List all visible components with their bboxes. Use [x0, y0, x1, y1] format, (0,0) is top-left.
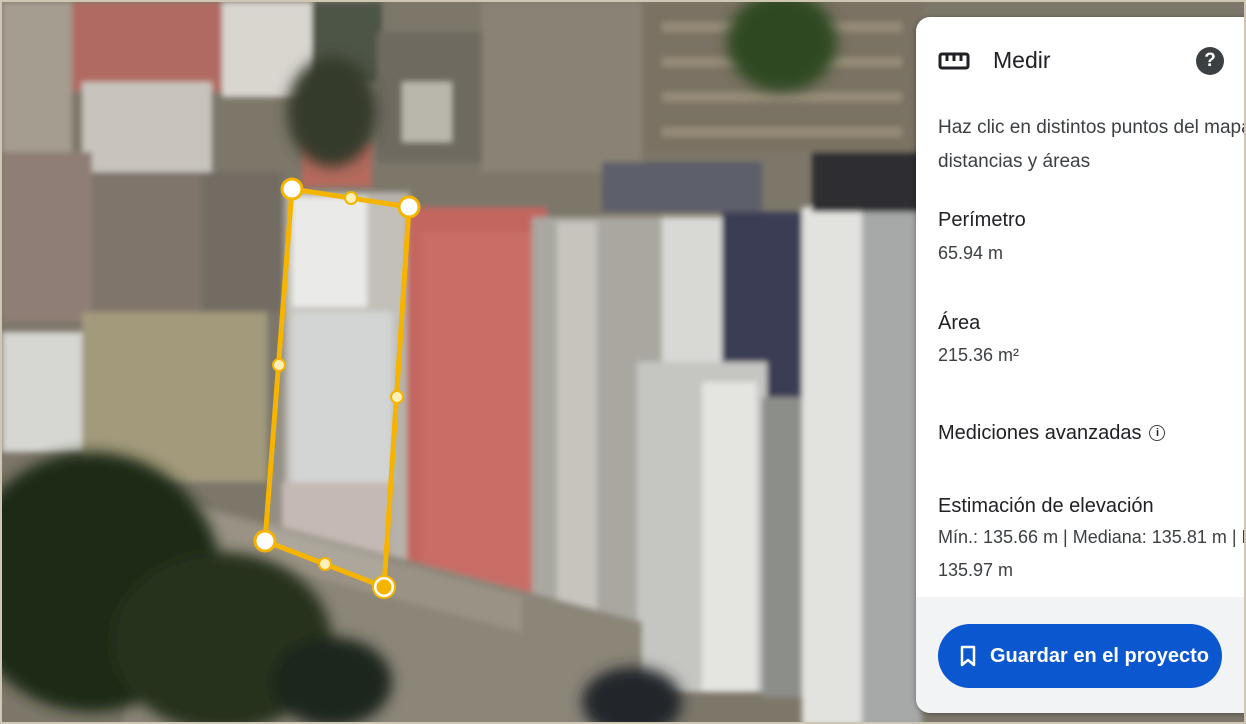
measure-midpoint[interactable]: [390, 390, 404, 404]
bookmark-icon: [960, 645, 976, 667]
measure-midpoint[interactable]: [318, 557, 332, 571]
info-icon[interactable]: i: [1149, 425, 1166, 441]
measure-midpoint[interactable]: [344, 191, 358, 205]
area-label: Área: [938, 312, 981, 334]
advanced-measurements-row[interactable]: Mediciones avanzadas i: [938, 422, 1166, 445]
panel-title: Medir: [993, 47, 1051, 73]
advanced-measurements-label: Mediciones avanzadas: [938, 422, 1142, 444]
perimeter-label: Perímetro: [938, 209, 1026, 231]
elevation-label: Estimación de elevación: [938, 495, 1154, 517]
perimeter-value: 65.94 m: [938, 243, 1004, 263]
save-button-label: Guardar en el proyecto: [990, 645, 1209, 667]
elevation-values: Mín.: 135.66 m | Mediana: 135.81 m | Máx…: [938, 527, 1244, 547]
panel-header: Medir ?: [916, 17, 1244, 107]
measure-panel: Medir ? Haz clic en distintos puntos del…: [916, 17, 1246, 713]
save-to-project-button[interactable]: Guardar en el proyecto: [938, 624, 1222, 688]
panel-footer: Guardar en el proyecto: [916, 597, 1244, 713]
help-icon[interactable]: ?: [1196, 47, 1224, 75]
instructions-line: Haz clic en distintos puntos del mapa: [938, 117, 1246, 138]
area-value: 215.36 m²: [938, 345, 1020, 365]
instructions-line: distancias y áreas: [938, 151, 1091, 172]
elevation-values-cont: 135.97 m: [938, 560, 1014, 580]
instructions-text: Haz clic en distintos puntos del mapa di…: [938, 111, 1246, 179]
measurement-polygon: [262, 186, 412, 590]
measure-vertex-active[interactable]: [373, 576, 395, 598]
measure-vertex[interactable]: [397, 195, 421, 219]
ruler-icon: [938, 52, 970, 70]
measure-vertex[interactable]: [280, 177, 304, 201]
map-viewport[interactable]: Medir ? Haz clic en distintos puntos del…: [0, 0, 1246, 724]
measure-midpoint[interactable]: [272, 358, 286, 372]
measure-vertex[interactable]: [253, 529, 277, 553]
